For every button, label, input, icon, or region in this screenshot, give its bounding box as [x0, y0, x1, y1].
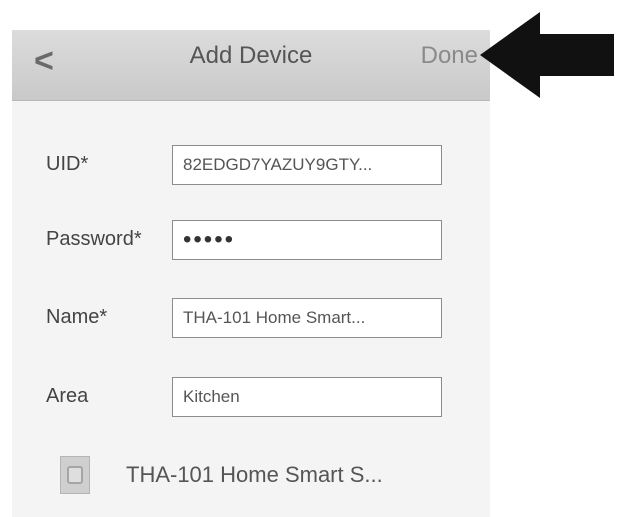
area-label: Area [46, 385, 89, 407]
name-input[interactable] [172, 298, 442, 338]
arrow-shape [480, 12, 614, 98]
password-row: Password* [12, 216, 490, 266]
area-row: Area [12, 373, 490, 423]
socket-icon [67, 466, 83, 484]
uid-input[interactable] [172, 145, 442, 185]
smart-plug-icon [60, 456, 90, 494]
device-name: THA-101 Home Smart S... [126, 462, 383, 487]
name-label: Name* [46, 306, 108, 328]
uid-row: UID* [12, 141, 490, 191]
navigation-bar: < Add Device Done [12, 30, 490, 101]
pointer-arrow-icon [480, 12, 614, 98]
done-button[interactable]: Done [421, 42, 478, 70]
device-list-item[interactable]: THA-101 Home Smart S... [12, 440, 490, 512]
name-row: Name* [12, 294, 490, 344]
area-input[interactable] [172, 377, 442, 417]
uid-label: UID* [46, 153, 89, 175]
page-title: Add Device [189, 42, 313, 69]
password-label: Password* [46, 228, 142, 250]
password-input[interactable] [172, 220, 442, 260]
stage: < Add Device Done UID* Password* Name* A… [0, 0, 618, 517]
add-device-screen: < Add Device Done UID* Password* Name* A… [12, 30, 490, 517]
